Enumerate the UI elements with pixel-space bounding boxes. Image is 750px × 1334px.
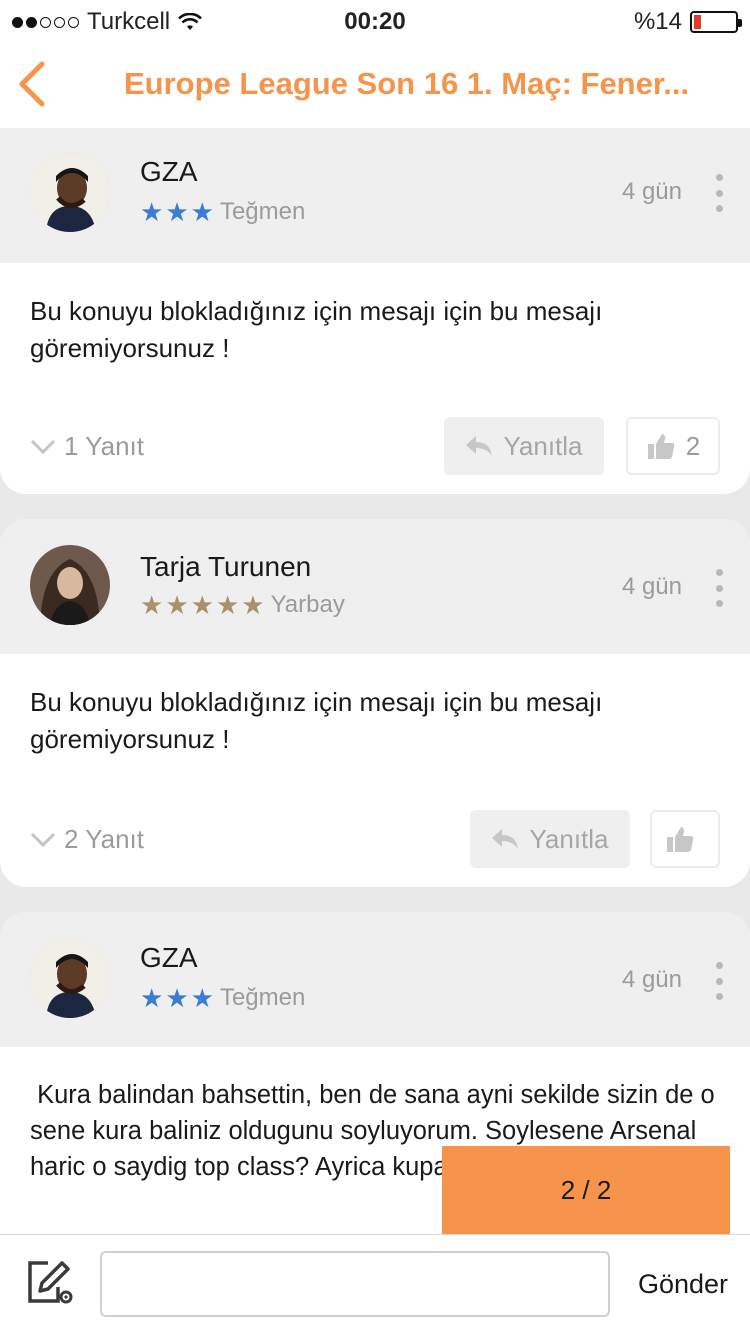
reply-label: Yanıtla xyxy=(503,430,583,461)
edit-settings-icon xyxy=(28,1261,73,1304)
rank-stars: ★ ★ ★ ★ ★ xyxy=(140,592,265,618)
rank-label: Teğmen xyxy=(219,984,306,1011)
post-card: GZA ★ ★ ★ Teğmen 4 gün Bu konuyu bloklad… xyxy=(0,128,750,494)
message-input[interactable] xyxy=(100,1251,610,1317)
battery-percent: %14 xyxy=(633,8,682,35)
star-icon: ★ xyxy=(190,590,214,620)
toggle-replies[interactable]: 2 Yanıt xyxy=(30,824,144,855)
like-count: 2 xyxy=(685,430,701,461)
battery-icon xyxy=(690,11,742,33)
star-icon: ★ xyxy=(140,590,164,620)
star-icon: ★ xyxy=(140,197,164,227)
avatar[interactable] xyxy=(30,545,110,625)
star-icon: ★ xyxy=(215,590,240,620)
compose-settings-button[interactable] xyxy=(26,1257,76,1307)
post-time: 4 gün xyxy=(621,178,682,205)
reply-arrow-icon xyxy=(492,829,519,849)
reply-count: 2 Yanıt xyxy=(64,824,144,854)
avatar[interactable] xyxy=(30,152,110,232)
thumbs-up-icon xyxy=(667,827,694,852)
reply-count: 1 Yanıt xyxy=(64,431,144,461)
reply-arrow-icon xyxy=(466,436,493,456)
reply-button[interactable]: Yanıtla xyxy=(470,810,630,868)
more-options-icon[interactable] xyxy=(714,569,724,607)
chevron-left-icon xyxy=(19,61,45,107)
reply-button[interactable]: Yanıtla xyxy=(444,417,604,475)
toggle-replies[interactable]: 1 Yanıt xyxy=(30,431,144,462)
star-icon: ★ xyxy=(241,590,265,620)
rank-label: Teğmen xyxy=(219,198,306,225)
star-icon: ★ xyxy=(165,197,189,227)
post-time: 4 gün xyxy=(621,966,682,993)
username[interactable]: Tarja Turunen xyxy=(140,551,311,583)
send-button[interactable]: Gönder xyxy=(638,1269,728,1300)
more-options-icon[interactable] xyxy=(714,174,724,212)
chevron-down-icon xyxy=(30,832,56,847)
page-indicator-label: 2 / 2 xyxy=(560,1174,612,1205)
rank-label: Yarbay xyxy=(270,591,345,618)
username[interactable]: GZA xyxy=(140,942,198,974)
like-button[interactable] xyxy=(650,810,720,868)
post-time: 4 gün xyxy=(621,573,682,600)
star-icon: ★ xyxy=(140,983,164,1013)
post-card: Tarja Turunen ★ ★ ★ ★ ★ Yarbay 4 gün Bu … xyxy=(0,519,750,887)
post-header: GZA ★ ★ ★ Teğmen 4 gün xyxy=(0,912,750,1047)
avatar[interactable] xyxy=(30,938,110,1018)
thumbs-up-icon xyxy=(647,434,675,459)
star-icon: ★ xyxy=(165,983,189,1013)
post-header: GZA ★ ★ ★ Teğmen 4 gün xyxy=(0,128,750,263)
username[interactable]: GZA xyxy=(140,156,198,188)
rank-stars: ★ ★ ★ xyxy=(140,985,214,1011)
post-header: Tarja Turunen ★ ★ ★ ★ ★ Yarbay 4 gün xyxy=(0,519,750,654)
status-bar: Turkcell 00:20 %14 xyxy=(0,0,750,40)
star-icon: ★ xyxy=(190,197,214,227)
reply-composer: Gönder xyxy=(0,1234,750,1334)
page-indicator[interactable]: 2 / 2 xyxy=(442,1146,730,1234)
star-icon: ★ xyxy=(165,590,189,620)
reply-label: Yanıtla xyxy=(529,823,609,854)
post-text: Bu konuyu blokladığınız için mesajı için… xyxy=(30,296,603,363)
page-title: Europe League Son 16 1. Maç: Fener... xyxy=(124,66,690,101)
chevron-down-icon xyxy=(30,439,56,454)
more-options-icon[interactable] xyxy=(714,962,724,1000)
post-text: Bu konuyu blokladığınız için mesajı için… xyxy=(30,687,603,754)
like-button[interactable]: 2 xyxy=(626,417,720,475)
navigation-bar: Europe League Son 16 1. Maç: Fener... xyxy=(0,40,750,130)
star-icon: ★ xyxy=(190,983,214,1013)
rank-stars: ★ ★ ★ xyxy=(140,199,214,225)
back-button[interactable] xyxy=(12,58,56,110)
